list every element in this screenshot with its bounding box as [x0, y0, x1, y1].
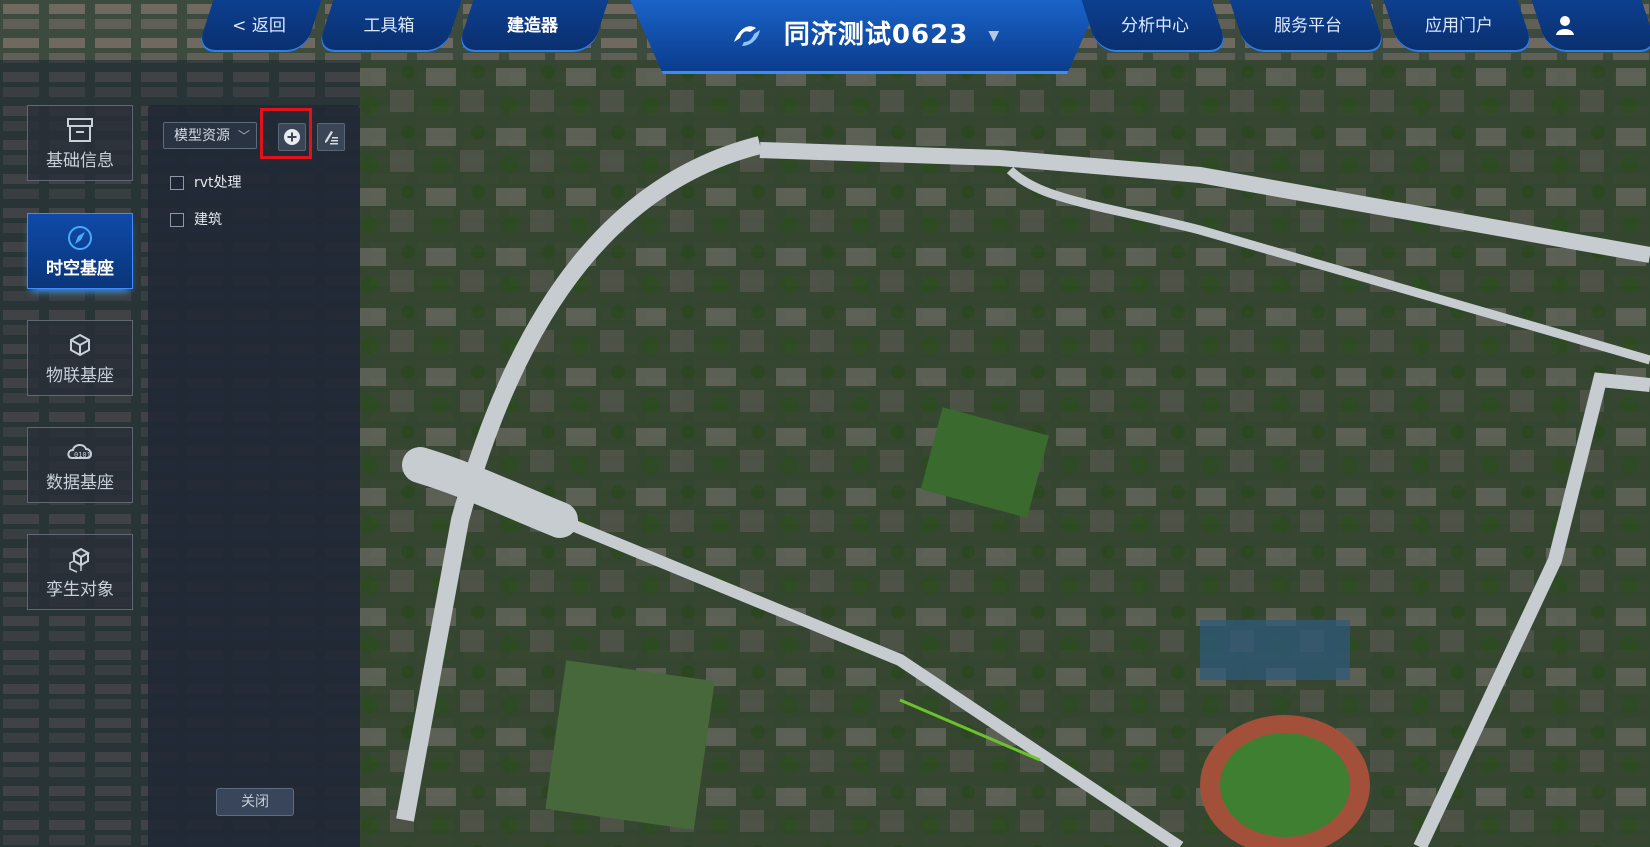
add-model-button[interactable] — [278, 123, 306, 151]
project-title: 同济测试0623 — [783, 20, 969, 50]
sidebar-item-label: 孪生对象 — [46, 580, 114, 600]
select-value: 模型资源 — [174, 128, 230, 144]
logo-icon — [733, 25, 760, 46]
sidebar-item-label: 物联基座 — [46, 366, 114, 386]
cubes-icon — [69, 547, 91, 573]
sidebar-item-label: 时空基座 — [46, 259, 114, 279]
tree-item-label: 建筑 — [194, 212, 222, 228]
cloud-data-icon: 0101 — [67, 444, 92, 459]
resource-type-select[interactable]: 模型资源 ﹀ — [163, 122, 257, 149]
svg-text:0101: 0101 — [74, 451, 91, 459]
sidebar-item-basic-info[interactable]: 基础信息 — [27, 105, 133, 181]
tab-analysis-center[interactable]: 分析中心 — [1081, 0, 1229, 52]
resource-panel: 模型资源 ﹀ rvt处理 建筑 关闭 — [148, 105, 360, 847]
sidebar-item-label: 基础信息 — [46, 151, 114, 171]
checkbox[interactable] — [170, 213, 184, 227]
close-button[interactable]: 关闭 — [216, 788, 294, 816]
tree-item-building: 建筑 — [170, 211, 222, 229]
edit-list-icon — [325, 131, 338, 145]
user-button[interactable] — [1531, 0, 1650, 52]
tab-builder[interactable]: 建造器 — [456, 0, 609, 52]
tab-service-platform[interactable]: 服务平台 — [1229, 0, 1387, 52]
tab-toolbox[interactable]: 工具箱 — [316, 0, 462, 52]
top-navigation: < 返回 工具箱 建造器 同济测试0623 ▼ 分析中心 服务平台 应用门户 — [0, 0, 1650, 80]
user-icon — [1556, 16, 1574, 35]
tree-item-rvt: rvt处理 — [170, 174, 242, 192]
project-selector[interactable]: 同济测试0623 ▼ — [630, 0, 1100, 74]
back-button[interactable]: < 返回 — [196, 0, 322, 52]
plus-circle-icon — [284, 129, 300, 145]
sidebar-item-label: 数据基座 — [46, 473, 114, 493]
sidebar-item-spatiotemporal[interactable]: 时空基座 — [27, 213, 133, 289]
edit-button[interactable] — [317, 123, 345, 151]
sidebar-item-twin-objects[interactable]: 孪生对象 — [27, 534, 133, 610]
compass-icon — [68, 226, 92, 250]
chevron-down-icon[interactable]: ▼ — [988, 28, 1000, 44]
tab-app-portal[interactable]: 应用门户 — [1383, 0, 1535, 52]
archive-box-icon — [67, 118, 93, 142]
tree-item-label: rvt处理 — [194, 175, 242, 191]
network-cube-icon — [70, 333, 90, 357]
checkbox[interactable] — [170, 176, 184, 190]
sidebar-item-data[interactable]: 0101 数据基座 — [27, 427, 133, 503]
chevron-down-icon: ﹀ — [237, 129, 250, 143]
sidebar-item-iot[interactable]: 物联基座 — [27, 320, 133, 396]
